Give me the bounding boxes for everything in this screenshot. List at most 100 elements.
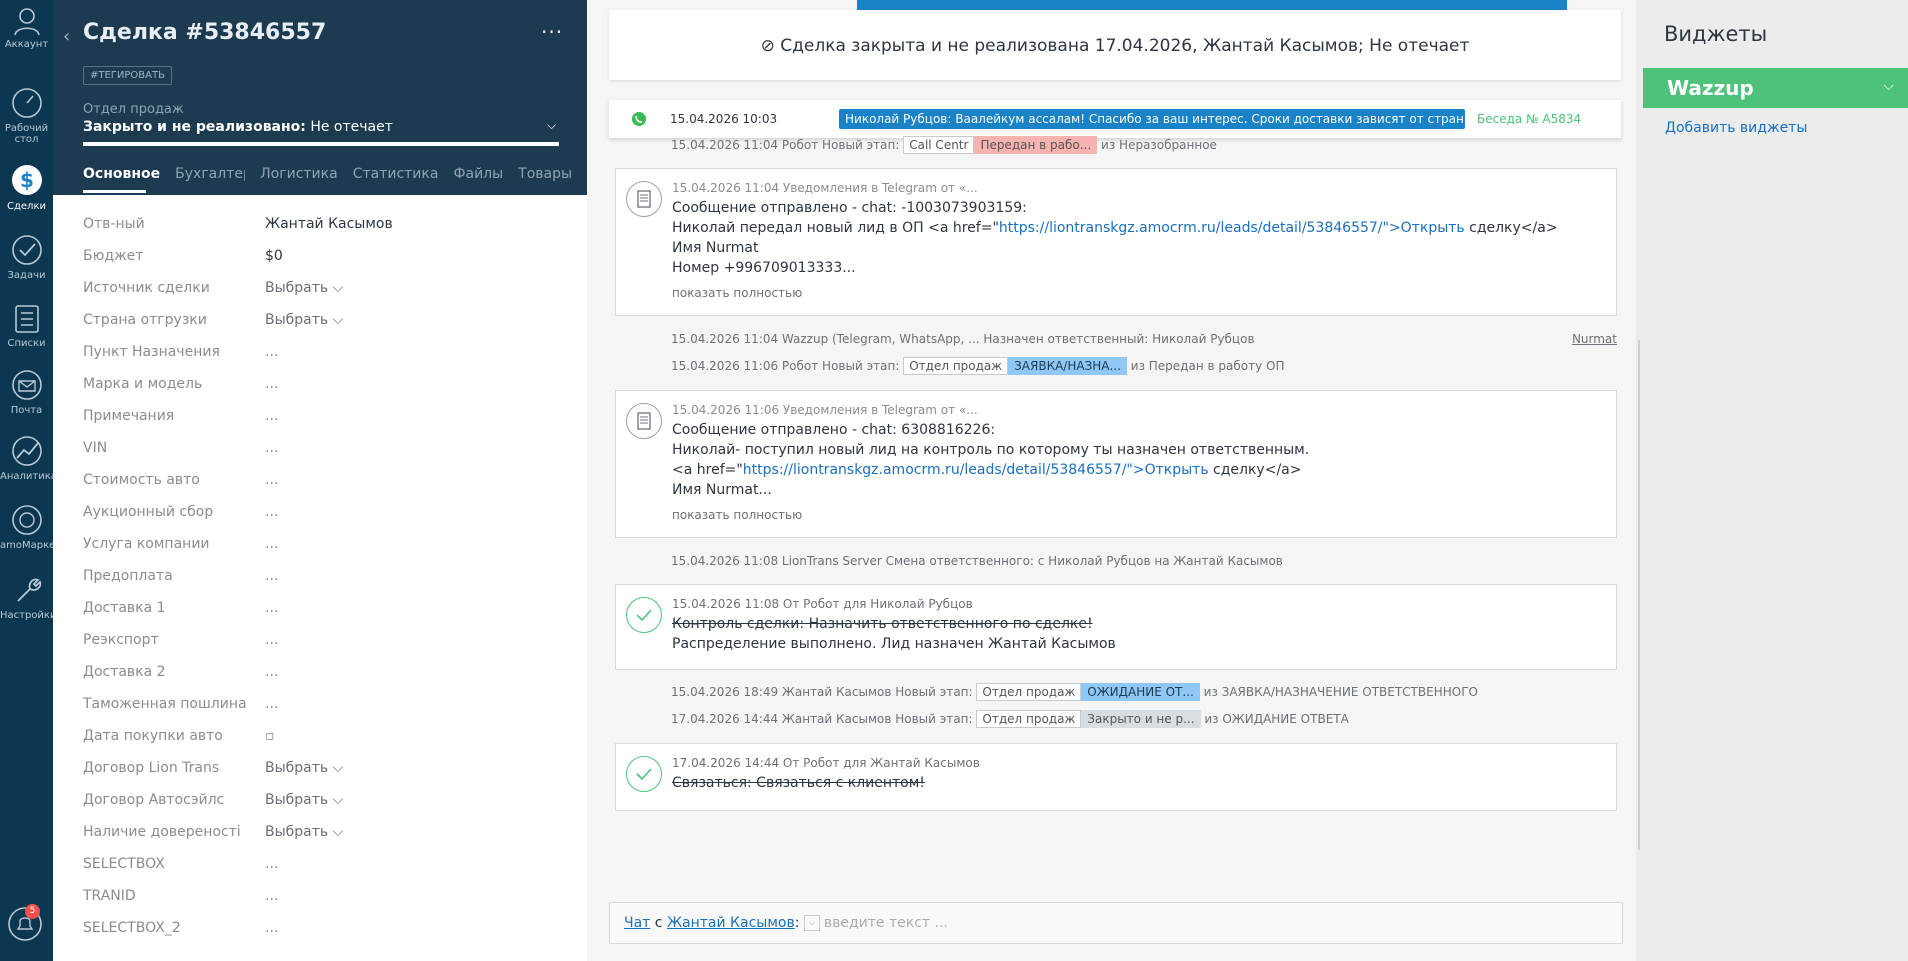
field-label: Примечания bbox=[83, 408, 175, 424]
field-row: Договор Автосэйлс Выбрать ⌵ bbox=[83, 786, 563, 818]
field-value[interactable]: ... bbox=[265, 472, 278, 488]
field-label: Реэкспорт bbox=[83, 632, 159, 648]
field-value[interactable]: ... bbox=[265, 376, 278, 392]
note-line: Имя Nurmat... bbox=[672, 482, 772, 498]
field-row: Пункт Назначения... bbox=[83, 338, 563, 370]
field-label: Страна отгрузки bbox=[83, 312, 207, 328]
nav-analytics[interactable]: Аналитика bbox=[0, 434, 57, 482]
note-text: сделку</a> bbox=[1208, 462, 1302, 478]
nav-account[interactable]: Аккаунт bbox=[0, 6, 53, 50]
chevron-down-icon[interactable]: ⌵ bbox=[547, 118, 556, 133]
closed-banner-text: ⊘ Сделка закрыта и не реализована 17.04.… bbox=[760, 36, 1470, 56]
timeline-event: 15.04.2026 11:08 LionTrans Server Смена … bbox=[671, 554, 1283, 568]
nav-mail[interactable]: Почта bbox=[0, 368, 53, 416]
field-row: SELECTBOX_2... bbox=[83, 914, 563, 946]
task-card: 17.04.2026 14:44 От Робот для Жантай Кас… bbox=[615, 743, 1617, 811]
nav-leads[interactable]: $ Сделки bbox=[0, 162, 53, 212]
task-title: Связаться: Связаться с клиентом! bbox=[672, 775, 925, 791]
field-value[interactable]: ... bbox=[265, 632, 278, 648]
svg-text:$: $ bbox=[20, 168, 34, 192]
chevron-down-icon[interactable]: ⌵ bbox=[803, 915, 820, 931]
note-line: Николай- поступил новый лид на контроль … bbox=[672, 442, 1310, 458]
note-url-link[interactable]: https://liontranskgz.amocrm.ru/leads/det… bbox=[999, 220, 1465, 236]
tab-files[interactable]: Файлы bbox=[453, 166, 503, 182]
note-text: сделку</a> bbox=[1464, 220, 1558, 236]
whatsapp-message[interactable]: Николай Рубцов: Ваалейкум ассалам! Спаси… bbox=[839, 109, 1465, 129]
tab-logistics[interactable]: Логистика bbox=[260, 166, 338, 182]
field-value[interactable]: Выбрать ⌵ bbox=[265, 792, 343, 808]
stage-chip: Закрыто и не р... bbox=[1081, 710, 1201, 728]
field-value[interactable]: Выбрать ⌵ bbox=[265, 312, 343, 328]
event-tail: из Неразобранное bbox=[1101, 138, 1217, 152]
field-value[interactable]: Выбрать ⌵ bbox=[265, 824, 343, 840]
task-body: Контроль сделки: Назначить ответственног… bbox=[672, 614, 1116, 654]
tab-main[interactable]: Основное bbox=[83, 166, 160, 182]
field-row: Договор Lion Trans Выбрать ⌵ bbox=[83, 754, 563, 786]
deal-menu-button[interactable]: ··· bbox=[541, 20, 563, 44]
whatsapp-message-row[interactable]: 15.04.2026 10:03 Николай Рубцов: Ваалейк… bbox=[609, 100, 1621, 138]
task-done-icon[interactable] bbox=[626, 597, 662, 633]
field-value[interactable]: ... bbox=[265, 568, 278, 584]
timeline-event: 15.04.2026 11:04 Робот Новый этап: Call … bbox=[671, 136, 1217, 154]
field-value[interactable]: ... bbox=[265, 600, 278, 616]
field-value[interactable]: $0 bbox=[265, 248, 283, 264]
nav-market[interactable]: amoМаркет bbox=[0, 503, 61, 551]
chat-input-bar[interactable]: Чат с Жантай Касымов: ⌵ введите текст ... bbox=[609, 902, 1623, 944]
field-value[interactable]: ... bbox=[265, 664, 278, 680]
show-more-link[interactable]: показать полностью bbox=[672, 508, 802, 522]
task-done-icon[interactable] bbox=[626, 756, 662, 792]
chat-text-input[interactable]: введите текст ... bbox=[824, 915, 948, 931]
wazzup-widget[interactable]: Wazzup ⌵ bbox=[1643, 68, 1908, 108]
field-value[interactable]: ... bbox=[265, 888, 278, 904]
tab-accounting[interactable]: Бухгалтерия bbox=[175, 166, 245, 182]
event-text: 15.04.2026 11:08 LionTrans Server Смена … bbox=[671, 554, 1283, 568]
note-card: 15.04.2026 11:06 Уведомления в Telegram … bbox=[615, 390, 1617, 538]
field-label: Отв-ный bbox=[83, 216, 145, 232]
notifications-badge: 5 bbox=[25, 904, 40, 919]
field-value[interactable]: Выбрать ⌵ bbox=[265, 760, 343, 776]
chevron-down-icon[interactable]: ⌵ bbox=[1883, 78, 1894, 94]
status-prefix: Закрыто и не реализовано: bbox=[83, 119, 306, 135]
nav-dashboard[interactable]: Рабочий стол bbox=[0, 86, 53, 145]
nav-label: Сделки bbox=[7, 201, 46, 212]
field-label: Наличие довереності bbox=[83, 824, 241, 840]
conversation-link[interactable]: Беседа № A5834 bbox=[1477, 112, 1581, 126]
task-meta: 17.04.2026 14:44 От Робот для Жантай Кас… bbox=[672, 756, 980, 770]
chat-type-link[interactable]: Чат bbox=[624, 915, 650, 931]
field-value[interactable]: Выбрать ⌵ bbox=[265, 280, 343, 296]
field-value[interactable]: ... bbox=[265, 408, 278, 424]
tab-statistics[interactable]: Статистика bbox=[353, 166, 439, 182]
field-value[interactable]: ... bbox=[265, 856, 278, 872]
field-value[interactable]: ... bbox=[265, 344, 278, 360]
field-value[interactable]: ... bbox=[265, 504, 278, 520]
show-more-link[interactable]: показать полностью bbox=[672, 286, 802, 300]
add-widgets-link[interactable]: Добавить виджеты bbox=[1665, 120, 1807, 136]
task-result: Распределение выполнено. Лид назначен Жа… bbox=[672, 636, 1116, 652]
note-line: <a href="https://liontranskgz.amocrm.ru/… bbox=[672, 460, 1309, 480]
nav-settings[interactable]: Настройки bbox=[0, 573, 57, 621]
nav-label: Настройки bbox=[0, 610, 57, 621]
chat-recipient-link[interactable]: Жантай Касымов bbox=[667, 915, 795, 931]
nav-lists[interactable]: Списки bbox=[0, 301, 53, 349]
tag-button[interactable]: #ТЕГИРОВАТЬ bbox=[83, 66, 172, 85]
deal-title: Сделка #53846557 bbox=[83, 20, 327, 45]
deal-panel: ‹ Сделка #53846557 ··· #ТЕГИРОВАТЬ Отдел… bbox=[53, 0, 592, 961]
back-arrow-icon[interactable]: ‹ bbox=[63, 26, 70, 47]
task-card: 15.04.2026 11:08 От Робот для Николай Ру… bbox=[615, 584, 1617, 670]
field-value[interactable]: ... bbox=[265, 440, 278, 456]
note-url-link[interactable]: https://liontranskgz.amocrm.ru/leads/det… bbox=[743, 462, 1209, 478]
author-link[interactable]: Nurmat bbox=[1572, 332, 1617, 346]
field-value[interactable]: ... bbox=[265, 920, 278, 936]
nav-label: Аккаунт bbox=[4, 39, 49, 50]
field-value[interactable]: ... bbox=[265, 696, 278, 712]
field-value[interactable]: Жантай Касымов bbox=[265, 216, 393, 232]
tab-products[interactable]: Товары bbox=[518, 166, 572, 182]
status-select[interactable]: Закрыто и не реализовано: Не отечает bbox=[83, 119, 393, 135]
field-row: Марка и модель... bbox=[83, 370, 563, 402]
field-value[interactable]: ... bbox=[265, 536, 278, 552]
field-value[interactable]: ▫ bbox=[265, 728, 275, 744]
field-row: TRANID... bbox=[83, 882, 563, 914]
field-row: Реэкспорт... bbox=[83, 626, 563, 658]
nav-tasks[interactable]: Задачи bbox=[0, 233, 53, 281]
note-text: Николай передал новый лид в ОП <a href=" bbox=[672, 220, 999, 236]
